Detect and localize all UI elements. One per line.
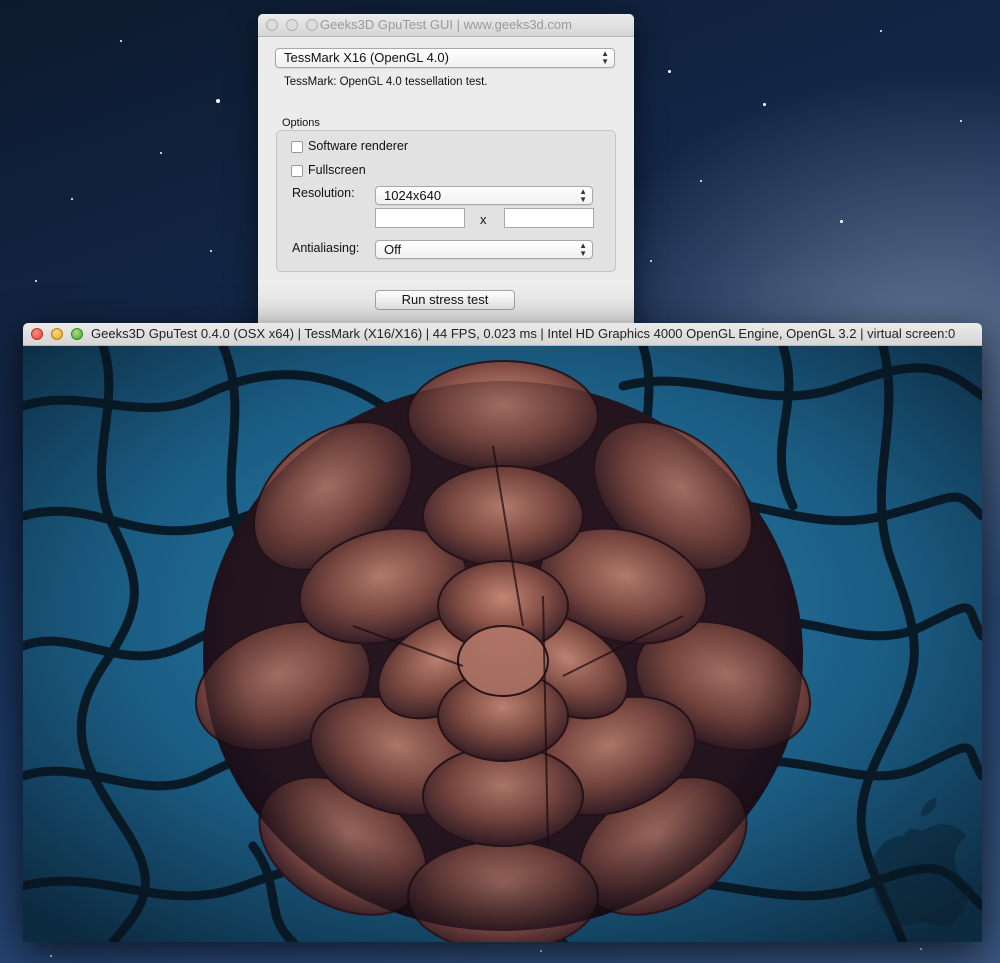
- fullscreen-label[interactable]: Fullscreen: [308, 163, 366, 177]
- tessmark-render-viewport[interactable]: [23, 346, 982, 942]
- gputest-gui-window: Geeks3D GpuTest GUI | www.geeks3d.com Te…: [258, 14, 634, 334]
- software-renderer-label[interactable]: Software renderer: [308, 139, 408, 153]
- run-stress-test-button[interactable]: Run stress test: [375, 290, 515, 310]
- antialiasing-select-value: Off: [384, 242, 402, 257]
- select-arrows-icon: ▲ ▼: [579, 186, 587, 204]
- test-description: TessMark: OpenGL 4.0 tessellation test.: [284, 76, 488, 88]
- antialiasing-label: Antialiasing:: [292, 241, 360, 255]
- test-select[interactable]: TessMark X16 (OpenGL 4.0) ▲ ▼: [275, 48, 615, 68]
- gui-titlebar[interactable]: Geeks3D GpuTest GUI | www.geeks3d.com: [258, 14, 634, 37]
- gputest-render-window: Geeks3D GpuTest 0.4.0 (OSX x64) | TessMa…: [23, 323, 982, 942]
- software-renderer-checkbox[interactable]: [291, 141, 303, 153]
- minimize-light-icon[interactable]: [51, 328, 63, 340]
- close-light-icon[interactable]: [266, 19, 278, 31]
- gui-window-title: Geeks3D GpuTest GUI | www.geeks3d.com: [320, 17, 572, 32]
- maximize-light-icon[interactable]: [71, 328, 83, 340]
- resolution-label: Resolution:: [292, 186, 355, 200]
- fullscreen-checkbox[interactable]: [291, 165, 303, 177]
- options-group-label: Options: [282, 117, 320, 129]
- tessmark-scene: [23, 346, 982, 942]
- resolution-select-value: 1024x640: [384, 188, 442, 203]
- render-window-title: Geeks3D GpuTest 0.4.0 (OSX x64) | TessMa…: [91, 326, 956, 341]
- test-select-value: TessMark X16 (OpenGL 4.0): [284, 50, 449, 65]
- maximize-light-icon[interactable]: [306, 19, 318, 31]
- minimize-light-icon[interactable]: [286, 19, 298, 31]
- close-light-icon[interactable]: [31, 328, 43, 340]
- render-titlebar[interactable]: Geeks3D GpuTest 0.4.0 (OSX x64) | TessMa…: [23, 323, 982, 346]
- resolution-x-separator: x: [480, 212, 487, 227]
- resolution-select[interactable]: 1024x640 ▲ ▼: [375, 186, 593, 205]
- width-field[interactable]: [375, 208, 465, 228]
- antialiasing-select[interactable]: Off ▲ ▼: [375, 240, 593, 259]
- height-field[interactable]: [504, 208, 594, 228]
- select-arrows-icon: ▲ ▼: [601, 49, 609, 66]
- select-arrows-icon: ▲ ▼: [579, 240, 587, 258]
